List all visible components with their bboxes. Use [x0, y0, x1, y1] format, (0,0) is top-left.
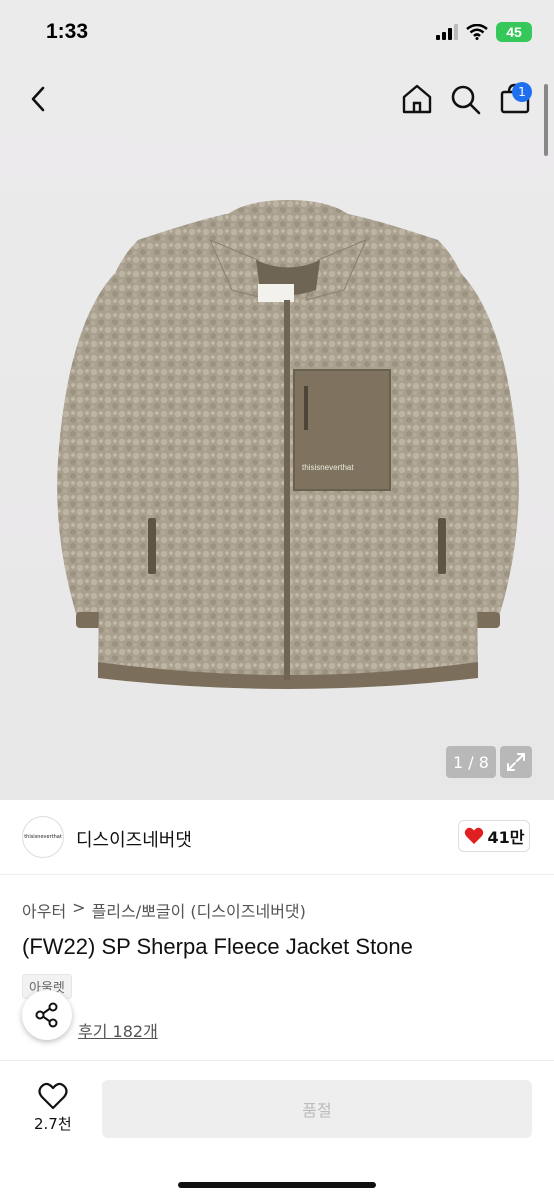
expand-icon: [507, 753, 525, 771]
brand-logo-text: thisisneverthat: [24, 834, 62, 840]
brand-name[interactable]: 디스이즈네버댓: [76, 826, 192, 852]
expand-image-button[interactable]: [500, 746, 532, 778]
reviews-link[interactable]: 후기 182개: [78, 1018, 158, 1042]
product-title: (FW22) SP Sherpa Fleece Jacket Stone: [22, 934, 413, 959]
breadcrumb-item[interactable]: 플리스/뽀글이 (디스이즈네버댓): [92, 898, 306, 922]
brand-like-count: 41만: [487, 828, 525, 847]
brand-like-button[interactable]: 41만: [458, 820, 530, 852]
breadcrumb: 아우터 > 플리스/뽀글이 (디스이즈네버댓): [22, 898, 306, 922]
svg-text:thisisneverthat: thisisneverthat: [302, 463, 354, 472]
home-icon[interactable]: [400, 82, 434, 116]
home-indicator: [178, 1182, 376, 1188]
breadcrumb-item[interactable]: 아우터: [22, 898, 66, 922]
cart-count-badge: 1: [512, 82, 532, 102]
search-icon[interactable]: [450, 82, 482, 116]
back-icon[interactable]: [26, 82, 52, 116]
share-button[interactable]: [22, 990, 72, 1040]
product-image[interactable]: thisisneverthat: [48, 200, 528, 700]
wishlist-count: 2.7천: [34, 1115, 72, 1133]
signal-icon: [436, 24, 458, 40]
sold-out-button[interactable]: 품절: [102, 1080, 532, 1138]
status-icons: 45: [436, 22, 532, 42]
status-bar: 1:33 45: [0, 0, 554, 66]
wishlist-heart-icon[interactable]: [38, 1082, 68, 1110]
scroll-indicator: [544, 84, 548, 156]
heart-icon: [464, 827, 483, 844]
wifi-icon: [466, 24, 488, 40]
battery-level: 45: [506, 24, 522, 40]
battery-indicator: 45: [496, 22, 532, 42]
image-counter: 1 / 8: [446, 746, 496, 778]
brand-row[interactable]: thisisneverthat 디스이즈네버댓 41만: [0, 800, 554, 875]
status-time: 1:33: [46, 20, 89, 43]
breadcrumb-separator: >: [72, 898, 86, 917]
brand-logo[interactable]: thisisneverthat: [22, 816, 64, 858]
share-icon: [35, 1002, 58, 1028]
